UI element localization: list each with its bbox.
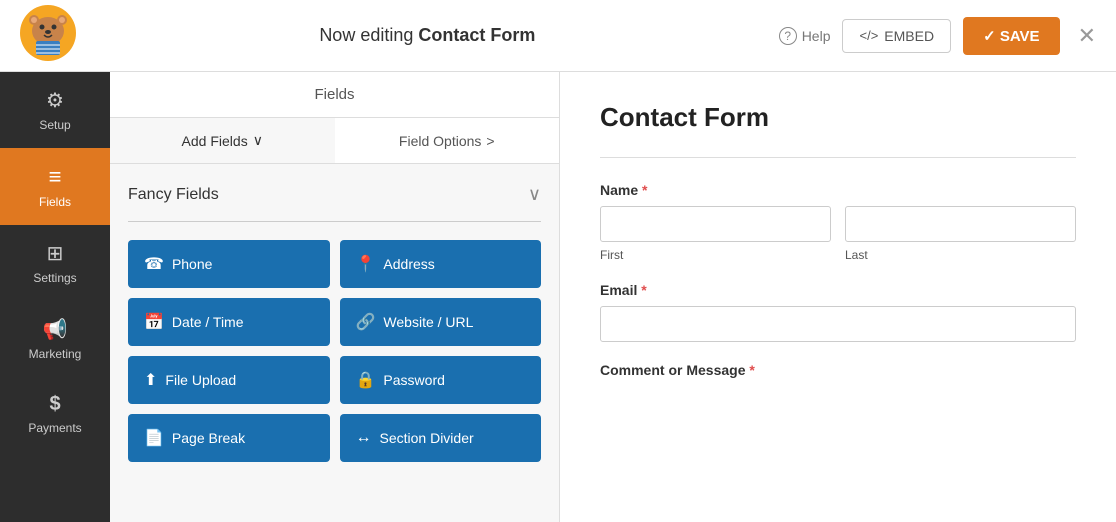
- name-last-label: Last: [845, 248, 1076, 262]
- setup-icon: ⚙: [46, 88, 64, 113]
- main-layout: ⚙ Setup ≡ Fields ⊞ Settings 📢 Marketing …: [0, 72, 1116, 522]
- comment-label: Comment or Message *: [600, 362, 1076, 378]
- password-icon: 🔒: [356, 370, 376, 390]
- comment-field-group: Comment or Message *: [600, 362, 1076, 378]
- field-button-password[interactable]: 🔒 Password: [340, 356, 542, 404]
- name-last-input[interactable]: [845, 206, 1076, 242]
- sidebar-item-settings[interactable]: ⊞ Settings: [0, 225, 110, 301]
- fields-panel-header: Fields: [110, 72, 559, 118]
- fancy-fields-label: Fancy Fields: [128, 186, 219, 204]
- field-button-phone[interactable]: ☎ Phone: [128, 240, 330, 288]
- website-icon: 🔗: [356, 312, 376, 332]
- email-required-star: *: [637, 282, 646, 298]
- embed-icon: </>: [859, 28, 878, 43]
- sidebar-item-setup[interactable]: ⚙ Setup: [0, 72, 110, 148]
- editing-title: Now editing Contact Form: [319, 25, 535, 46]
- fields-panel: Fields Add Fields ∨ Field Options > Fanc…: [110, 72, 560, 522]
- name-field-group: Name * First Last: [600, 182, 1076, 262]
- payments-icon: $: [49, 393, 60, 416]
- settings-icon: ⊞: [47, 241, 64, 266]
- top-bar: Now editing Contact Form ? Help </> EMBE…: [0, 0, 1116, 72]
- logo: [20, 5, 76, 66]
- comment-required-star: *: [745, 362, 754, 378]
- fancy-fields-header: Fancy Fields ∨: [128, 184, 541, 205]
- form-title: Contact Form: [600, 102, 1076, 133]
- save-button[interactable]: ✓ SAVE: [963, 17, 1059, 55]
- field-buttons-grid: ☎ Phone 📍 Address 📅 Date / Time 🔗 Websit…: [128, 240, 541, 462]
- field-button-website[interactable]: 🔗 Website / URL: [340, 298, 542, 346]
- help-button[interactable]: ? Help: [779, 27, 831, 45]
- name-inputs-row: [600, 206, 1076, 242]
- datetime-icon: 📅: [144, 312, 164, 332]
- sidebar-item-fields[interactable]: ≡ Fields: [0, 148, 110, 225]
- name-sub-labels: First Last: [600, 248, 1076, 262]
- fields-content: Fancy Fields ∨ ☎ Phone 📍 Address 📅 Date …: [110, 164, 559, 522]
- field-button-page-break[interactable]: 📄 Page Break: [128, 414, 330, 462]
- fancy-fields-divider: [128, 221, 541, 222]
- field-button-datetime[interactable]: 📅 Date / Time: [128, 298, 330, 346]
- marketing-icon: 📢: [43, 317, 68, 342]
- fancy-fields-toggle[interactable]: ∨: [528, 184, 541, 205]
- form-preview: Contact Form Name * First Last Email *: [560, 72, 1116, 522]
- sidebar: ⚙ Setup ≡ Fields ⊞ Settings 📢 Marketing …: [0, 72, 110, 522]
- top-bar-actions: ? Help </> EMBED ✓ SAVE ✕: [779, 17, 1096, 55]
- field-button-file-upload[interactable]: ⬆ File Upload: [128, 356, 330, 404]
- name-label: Name *: [600, 182, 1076, 198]
- file-upload-icon: ⬆: [144, 370, 157, 390]
- section-divider-icon: ↔: [356, 429, 372, 447]
- form-divider: [600, 157, 1076, 158]
- address-icon: 📍: [356, 254, 376, 274]
- embed-button[interactable]: </> EMBED: [842, 19, 951, 53]
- email-input[interactable]: [600, 306, 1076, 342]
- name-first-input[interactable]: [600, 206, 831, 242]
- chevron-right-icon: >: [486, 133, 494, 149]
- fields-icon: ≡: [49, 164, 62, 190]
- page-break-icon: 📄: [144, 428, 164, 448]
- tab-add-fields[interactable]: Add Fields ∨: [110, 118, 335, 163]
- email-field-group: Email *: [600, 282, 1076, 362]
- email-label: Email *: [600, 282, 1076, 298]
- field-button-address[interactable]: 📍 Address: [340, 240, 542, 288]
- help-icon: ?: [779, 27, 797, 45]
- chevron-down-icon: ∨: [253, 132, 263, 149]
- tabs: Add Fields ∨ Field Options >: [110, 118, 559, 164]
- tab-field-options[interactable]: Field Options >: [335, 118, 560, 163]
- phone-icon: ☎: [144, 254, 164, 274]
- field-button-section-divider[interactable]: ↔ Section Divider: [340, 414, 542, 462]
- sidebar-item-marketing[interactable]: 📢 Marketing: [0, 301, 110, 377]
- sidebar-item-payments[interactable]: $ Payments: [0, 377, 110, 451]
- name-first-label: First: [600, 248, 831, 262]
- close-button[interactable]: ✕: [1078, 23, 1096, 49]
- name-required-star: *: [638, 182, 647, 198]
